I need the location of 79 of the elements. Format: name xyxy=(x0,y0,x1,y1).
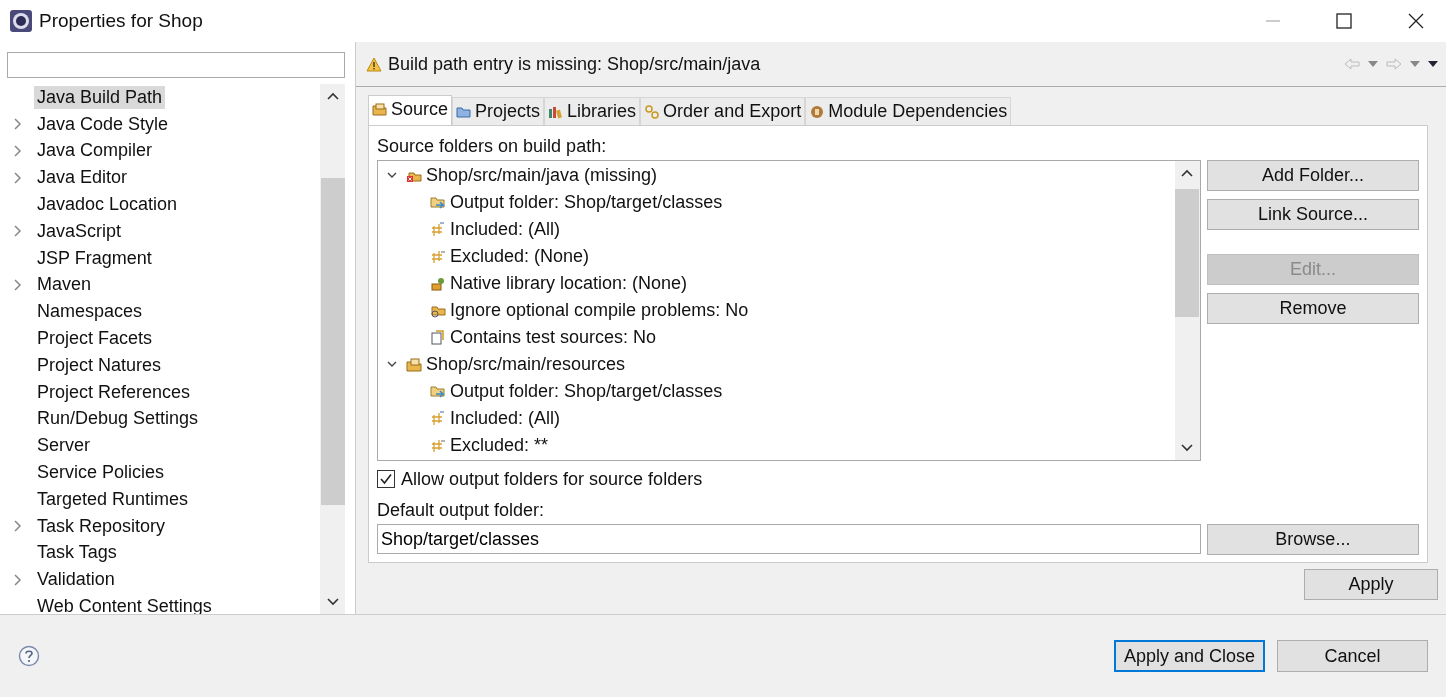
folder-icon xyxy=(456,104,472,119)
nav-item[interactable]: Targeted Runtimes xyxy=(34,487,192,511)
tree-item[interactable]: Included: (All) xyxy=(450,219,561,240)
tree-item[interactable]: Contains test sources: No xyxy=(450,327,657,348)
filter-icon xyxy=(430,410,446,427)
nav-item[interactable]: Javadoc Location xyxy=(34,193,181,217)
tree-item[interactable]: Ignore optional compile problems: No xyxy=(450,300,749,321)
nav-item[interactable]: Server xyxy=(34,434,93,458)
scrollbar[interactable] xyxy=(1174,161,1200,460)
tab[interactable]: Libraries xyxy=(544,97,641,125)
document-icon xyxy=(430,329,446,346)
tree-item[interactable]: Shop/src/main/resources xyxy=(426,354,626,375)
close-icon[interactable] xyxy=(1408,13,1424,29)
nav-item[interactable]: Web Content Settings xyxy=(34,595,215,619)
nav-item[interactable]: Maven xyxy=(34,273,95,297)
scroll-up-icon[interactable] xyxy=(326,92,339,100)
nav-item[interactable]: Java Editor xyxy=(34,166,131,190)
error-message: Build path entry is missing: Shop/src/main/java xyxy=(388,53,761,75)
tree-item[interactable]: Excluded: (None) xyxy=(450,246,590,267)
checkbox-label: Allow output folders for source folders xyxy=(401,468,703,490)
nav-item[interactable]: Java Build Path xyxy=(34,85,166,109)
filter-icon xyxy=(430,437,446,454)
output-folder-field[interactable]: Shop/target/classes xyxy=(377,524,1201,554)
nav-item[interactable]: Run/Debug Settings xyxy=(34,407,202,431)
nav-item[interactable]: Project Facets xyxy=(34,327,156,351)
package-folder-icon xyxy=(406,356,422,373)
browse-button[interactable]: Browse... xyxy=(1206,524,1419,555)
app-icon xyxy=(9,9,33,33)
side-button[interactable]: Link Source... xyxy=(1206,199,1419,230)
filter-field[interactable] xyxy=(7,52,345,78)
scrollbar[interactable] xyxy=(320,84,345,614)
scroll-up-icon[interactable] xyxy=(1181,169,1194,177)
nav-item[interactable]: Java Compiler xyxy=(34,139,156,163)
output-folder-icon xyxy=(430,194,446,211)
scroll-down-icon[interactable] xyxy=(1181,444,1194,452)
module-icon xyxy=(809,104,825,119)
nav-item[interactable]: JSP Fragment xyxy=(34,246,155,270)
nav-item[interactable]: Service Policies xyxy=(34,461,168,485)
dropdown-icon[interactable] xyxy=(1368,61,1378,67)
section-label: Source folders on build path: xyxy=(377,134,608,158)
nav-item[interactable]: Project Natures xyxy=(34,353,165,377)
cancel-button[interactable]: Cancel xyxy=(1277,640,1428,672)
view-menu-icon[interactable] xyxy=(1428,61,1438,67)
books-icon xyxy=(548,104,564,119)
nav-item[interactable]: Task Repository xyxy=(34,514,169,538)
nav-item[interactable]: JavaScript xyxy=(34,219,125,243)
tree-item[interactable]: Native library location: (None) xyxy=(450,273,688,294)
nav-item[interactable]: Task Tags xyxy=(34,541,120,565)
dropdown-icon[interactable] xyxy=(1410,61,1420,67)
help-icon[interactable] xyxy=(18,645,40,667)
nav-item[interactable]: Java Code Style xyxy=(34,112,172,136)
window-title: Properties for Shop xyxy=(39,10,203,32)
scroll-down-icon[interactable] xyxy=(326,598,339,606)
output-folder-icon xyxy=(430,383,446,400)
side-button[interactable]: Remove xyxy=(1206,293,1419,324)
tree-item[interactable]: Output folder: Shop/target/classes xyxy=(450,192,723,213)
tab[interactable]: Source xyxy=(368,95,453,125)
tree-item[interactable]: Included: (All) xyxy=(450,408,561,429)
field-label: Default output folder: xyxy=(377,498,546,522)
side-button[interactable]: Add Folder... xyxy=(1206,160,1419,191)
tree-item[interactable]: Shop/src/main/java (missing) xyxy=(426,165,658,186)
warning-icon xyxy=(366,56,382,72)
nav-item[interactable]: Project References xyxy=(34,380,194,404)
link-icon xyxy=(644,104,660,119)
nav-item[interactable]: Validation xyxy=(34,568,118,592)
filter-icon xyxy=(430,221,446,238)
apply-button[interactable]: Apply xyxy=(1304,569,1438,600)
package-folder-icon xyxy=(372,102,387,117)
nav-item[interactable]: Namespaces xyxy=(34,300,146,324)
maximize-icon[interactable] xyxy=(1336,13,1352,29)
tree-item[interactable]: Excluded: ** xyxy=(450,435,549,456)
tab[interactable]: Order and Export xyxy=(640,97,806,125)
checkbox[interactable] xyxy=(377,470,395,488)
filter-icon xyxy=(430,248,446,265)
tree-item[interactable]: Output folder: Shop/target/classes xyxy=(450,381,723,402)
library-icon xyxy=(430,275,446,292)
tab[interactable]: Module Dependencies xyxy=(805,97,1012,125)
tab[interactable]: Projects xyxy=(452,97,545,125)
apply-and-close-button[interactable]: Apply and Close xyxy=(1114,640,1265,672)
